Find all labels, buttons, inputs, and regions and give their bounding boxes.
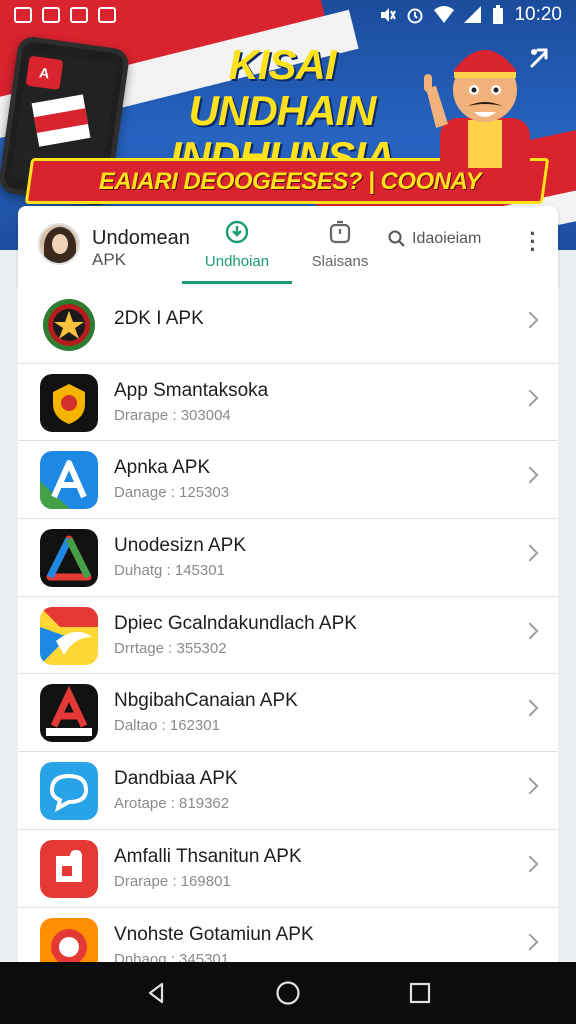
phone-app-logo: A (25, 55, 64, 91)
tab-download-label: Undhoian (204, 253, 270, 270)
search-button[interactable]: Idaoieiam (388, 230, 481, 248)
timer-icon (329, 220, 351, 244)
app-list: 2DK I APK App Smantaksoka Drarape : 3030… (18, 286, 558, 962)
app-meta: Duhatg : 145301 (114, 562, 225, 580)
avatar[interactable] (38, 223, 80, 265)
chevron-right-icon (521, 389, 539, 407)
status-icons-left (14, 7, 116, 23)
download-icon (225, 220, 249, 244)
app-meta: Daltao : 162301 (114, 717, 220, 735)
chat-bubble-icon (40, 762, 98, 821)
more-options-icon[interactable]: · · · (528, 223, 538, 261)
recents-square-icon (409, 982, 431, 1004)
app-meta: Arotape : 819362 (114, 795, 230, 813)
shield-icon (40, 373, 98, 432)
app-header: Undomean APK Undhoian Slaisans Idaoieiam (18, 206, 558, 286)
app-name: 2DK I APK (114, 308, 204, 329)
search-label: Idaoieiam (412, 230, 482, 247)
app-name: Apnka APK (114, 457, 211, 479)
tab-stats[interactable]: Slaisans (300, 220, 380, 270)
wifi-icon (434, 6, 455, 23)
flag-card-illustration (31, 94, 91, 147)
notification-icon (14, 7, 32, 23)
app-meta: Drarape : 169801 (114, 872, 231, 890)
list-item[interactable]: NbgibahCanaian APK Daltao : 162301 (18, 674, 558, 753)
app-meta: Drarape : 303004 (114, 406, 231, 424)
active-tab-indicator (182, 281, 292, 284)
list-item[interactable]: App Smantaksoka Drarape : 303004 (18, 364, 558, 442)
swoosh-logo-icon (40, 606, 98, 665)
list-item[interactable]: Unodesizn APK Duhatg : 145301 (18, 519, 558, 597)
battery-icon (493, 5, 504, 24)
app-name: Amfalli Thsanitun APK (114, 845, 302, 867)
status-bar: 10:20 (0, 0, 576, 30)
list-item[interactable]: Dandbiaa APK Arotape : 819362 (18, 752, 558, 830)
alarm-icon (407, 8, 423, 24)
chevron-right-icon (521, 622, 539, 640)
chevron-right-icon (521, 311, 539, 329)
tab-download[interactable]: Undhoian (182, 220, 292, 284)
app-name: Dpiec Gcalndakundlach APK (114, 612, 357, 634)
recents-button[interactable] (400, 973, 440, 1013)
app-meta: Danage : 125303 (114, 484, 230, 502)
chevron-right-icon (521, 855, 539, 873)
notification-icon (70, 7, 88, 23)
chevron-right-icon (521, 933, 539, 950)
system-nav-bar (0, 962, 576, 1024)
list-item[interactable]: 2DK I APK (18, 286, 558, 364)
notification-icon (42, 7, 60, 23)
chevron-right-icon (521, 699, 539, 717)
back-button[interactable] (136, 973, 176, 1013)
chevron-right-icon (521, 466, 539, 484)
notification-icon (98, 7, 116, 23)
app-name: Unodesizn APK (114, 535, 247, 557)
search-icon (388, 230, 405, 247)
signal-icon (464, 6, 482, 23)
banner-subtitle: EAIARI DEOOGEESES? | COONAY APODIEAON.! (98, 168, 482, 235)
app-title: Undomean (92, 227, 190, 249)
ring-logo-icon (40, 917, 98, 962)
app-screen: A KISAI UNDHAIN INDHUNSIA EAIARI DEOOGEE… (0, 0, 576, 1024)
chevron-right-icon (521, 544, 539, 562)
list-item[interactable]: Apnka APK Danage : 125303 (18, 441, 558, 520)
a-badge-icon (40, 684, 98, 743)
chevron-right-icon (521, 777, 539, 795)
triangle-logo-icon (40, 529, 98, 588)
app-subtitle: APK (92, 250, 127, 269)
app-name: NbgibahCanaian APK (114, 690, 298, 712)
app-name: App Smantaksoka (114, 379, 269, 401)
home-button[interactable] (268, 973, 308, 1013)
tab-stats-label: Slaisans (311, 253, 369, 270)
puzzle-icon (40, 839, 98, 898)
app-meta: Dnhaog : 345301 (114, 950, 230, 963)
home-circle-icon (276, 981, 300, 1005)
a-letter-icon (40, 451, 98, 510)
mute-icon (381, 8, 397, 22)
avatar-face (52, 234, 68, 254)
back-triangle-icon (148, 982, 164, 1004)
app-name: Vnohste Gotamiun APK (114, 923, 314, 945)
status-time: 10:20 (514, 4, 562, 25)
status-icons-right: 10:20 (378, 4, 562, 26)
star-emblem-icon (40, 296, 98, 354)
app-name: Dandbiaa APK (114, 768, 238, 790)
list-item[interactable]: Dpiec Gcalndakundlach APK Drrtage : 3553… (18, 597, 558, 675)
app-meta: Drrtage : 355302 (114, 639, 227, 657)
share-icon[interactable] (526, 44, 554, 72)
list-item[interactable]: Amfalli Thsanitun APK Drarape : 169801 (18, 830, 558, 908)
list-item[interactable]: Vnohste Gotamiun APK Dnhaog : 345301 (18, 908, 558, 963)
